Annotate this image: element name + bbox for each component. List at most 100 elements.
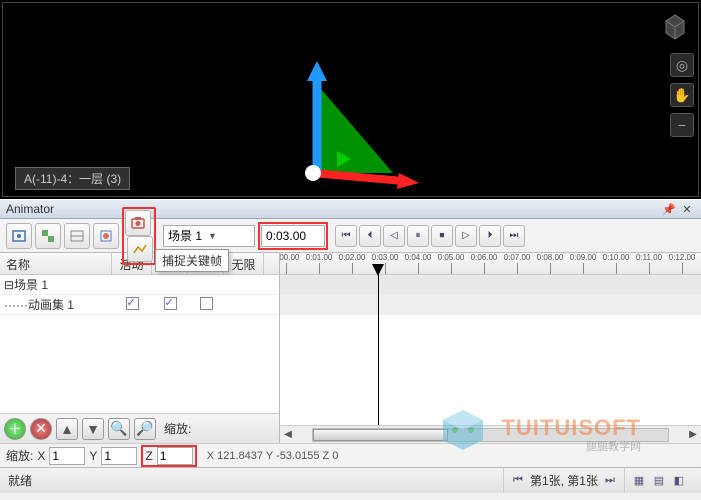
scale-label: 缩放: [6,447,33,464]
scrollbar-thumb[interactable] [313,429,448,441]
capture-keyframe-tooltip: 捕捉关键帧 [155,249,229,272]
chevron-down-icon: ▼ [208,231,217,241]
pan-tool-icon[interactable]: ✋ [670,83,694,107]
viewcube[interactable] [660,11,690,41]
tree-row-scene[interactable]: ⊟场景 1 [0,275,279,295]
tree-footer: ＋ ✕ ▲ ▼ 🔍 🔎 缩放: [0,413,279,443]
axis-gizmo[interactable] [273,51,433,191]
ruler-tick-label: 0:11.00 [636,253,662,262]
tree-row-name: ······动画集 1 [0,296,112,313]
panel-close-icon[interactable]: ✕ [679,202,695,216]
status-ready: 就绪 [8,472,32,489]
ruler-tick [682,263,683,275]
goto-end-button[interactable]: ⏭ [503,225,525,247]
animator-content: 名称 活动 循 P.P. 无限 ⊟场景 1 ······动画集 1 [0,253,701,443]
tree-row-animset[interactable]: ······动画集 1 [0,295,279,315]
playhead[interactable] [378,275,379,425]
panel-title: Animator [6,202,54,216]
viewport-side-tools: ◎ ✋ − [670,53,694,137]
tree-header-infinite[interactable]: 无限 [224,253,264,274]
step-fwd-button[interactable]: ⏵ [479,225,501,247]
ruler-tick [649,263,650,275]
delete-button[interactable]: ✕ [30,418,52,440]
ruler-tick-label: 0:03.00 [372,253,399,262]
scroll-right-icon[interactable]: ▶ [685,427,701,443]
ruler-tick-label: 0:09.00 [570,253,597,262]
scale-x-label: X [37,449,45,463]
add-button[interactable]: ＋ [4,418,26,440]
time-highlight: 0:03.00 [258,222,328,250]
cursor-coordinates: X 121.8437 Y -53.0155 Z 0 [207,450,339,462]
viewport-3d[interactable]: ◎ ✋ − A(-11)-4：一层 (3) [0,0,701,199]
ruler-tick [550,263,551,275]
ruler-tick [517,263,518,275]
page-prev-icon[interactable]: ⏮ [510,473,526,489]
status-page: ⏮ 第1张, 第1张 ⏭ [503,468,624,493]
scale-z-label: Z [145,449,152,463]
status-layout-icons: ▦ ▤ ◧ [624,468,693,493]
capture-keyframe-button[interactable] [125,210,151,236]
ruler-tick-label: 0:10.00 [603,253,630,262]
track-row[interactable] [280,275,701,295]
scale-z-highlight: Z [141,445,196,467]
move-down-button[interactable]: ▼ [82,418,104,440]
toolbar-btn-2[interactable] [35,223,61,249]
playback-controls: ⏮ ⏴ ◁ ⏸ ⏹ ▷ ⏵ ⏭ [335,225,525,247]
toolbar-btn-6[interactable] [127,236,153,262]
scale-y-input[interactable] [101,447,137,465]
play-button[interactable]: ▷ [455,225,477,247]
scale-x-input[interactable] [49,447,85,465]
move-up-button[interactable]: ▲ [56,418,78,440]
tree-header-name[interactable]: 名称 [0,253,112,274]
goto-start-button[interactable]: ⏮ [335,225,357,247]
ruler-tick [385,263,386,275]
timeline-ruler[interactable]: 0:00.000:01.000:02.000:03.000:04.000:05.… [280,253,701,275]
ruler-tick-label: 0:12.00 [669,253,696,262]
ruler-tick [286,263,287,275]
viewport-label: A(-11)-4：一层 (3) [15,167,130,190]
play-back-button[interactable]: ◁ [383,225,405,247]
toolbar-btn-4[interactable] [93,223,119,249]
animator-toolbar: 场景 1 ▼ 0:03.00 ⏮ ⏴ ◁ ⏸ ⏹ ▷ ⏵ ⏭ 捕捉关键帧 [0,219,701,253]
zoom-tool-icon[interactable]: − [670,113,694,137]
pause-button[interactable]: ⏸ [407,225,429,247]
zoom-out-button[interactable]: 🔎 [134,418,156,440]
stop-button[interactable]: ⏹ [431,225,453,247]
step-back-button[interactable]: ⏴ [359,225,381,247]
orbit-tool-icon[interactable]: ◎ [670,53,694,77]
layout-icon-3[interactable]: ◧ [671,473,687,489]
scrollbar-track[interactable] [312,428,669,442]
layout-icon-1[interactable]: ▦ [631,473,647,489]
scale-row: 缩放: X Y Z X 121.8437 Y -53.0155 Z 0 [0,443,701,467]
zoom-in-button[interactable]: 🔍 [108,418,130,440]
ruler-tick [319,263,320,275]
scale-z-input[interactable] [157,447,193,465]
timeline-hscrollbar[interactable]: ◀ ▶ [280,425,701,443]
capture-keyframe-highlight [122,207,156,265]
time-input[interactable]: 0:03.00 [261,225,325,247]
scroll-left-icon[interactable]: ◀ [280,427,296,443]
tree-row-name: ⊟场景 1 [0,276,112,293]
ruler-tick-label: 0:04.00 [405,253,432,262]
checkbox-pp[interactable] [200,297,213,310]
toolbar-btn-3[interactable] [64,223,90,249]
layout-icon-2[interactable]: ▤ [651,473,667,489]
toolbar-btn-1[interactable] [6,223,32,249]
page-next-icon[interactable]: ⏭ [602,473,618,489]
ruler-tick-label: 0:05.00 [438,253,465,262]
status-bar: 就绪 ⏮ 第1张, 第1张 ⏭ ▦ ▤ ◧ [0,467,701,493]
ruler-tick-label: 0:07.00 [504,253,531,262]
panel-pin-icon[interactable]: 📌 [661,202,677,216]
timeline-tracks[interactable] [280,275,701,425]
scene-dropdown[interactable]: 场景 1 ▼ [163,225,255,247]
ruler-tick [484,263,485,275]
checkbox-active[interactable] [126,297,139,310]
ruler-tick [451,263,452,275]
animator-tree-pane: 名称 活动 循 P.P. 无限 ⊟场景 1 ······动画集 1 [0,253,280,443]
viewport-inner[interactable]: ◎ ✋ − A(-11)-4：一层 (3) [2,2,699,197]
tree-body[interactable]: ⊟场景 1 ······动画集 1 [0,275,279,413]
animator-panel-header: Animator 📌 ✕ [0,199,701,219]
track-row[interactable] [280,295,701,315]
ruler-tick [616,263,617,275]
checkbox-loop[interactable] [164,297,177,310]
